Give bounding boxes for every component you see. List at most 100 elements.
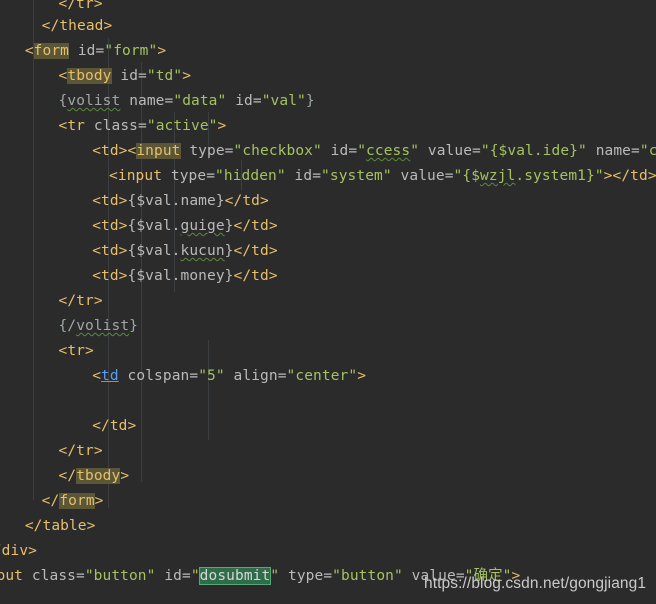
code-text-area[interactable]: </tr> </thead> <form id="form"> <tbody id="… [0,0,656,604]
code-token: {$val.money} [127,268,234,284]
code-line[interactable]: <tr class="active"> [59,114,227,139]
code-token: volist [67,93,121,109]
code-line[interactable]: <td colspan="5" align="center"> [92,364,366,389]
code-token: > [94,493,104,509]
code-token: = [444,168,454,184]
code-token: > [157,43,167,59]
code-line[interactable]: <tbody id="td"> [59,64,192,89]
code-token: value [400,168,445,184]
code-token: < [92,368,102,384]
code-token: } [305,93,315,109]
code-token: type [170,168,207,184]
code-token: } [224,218,234,234]
code-token: ccess [366,143,411,159]
code-token: "check" [639,143,656,159]
code-token: = [75,568,85,584]
code-token: <td>< [92,143,137,159]
code-token: "data" [173,93,227,109]
code-line[interactable]: {/volist} [59,314,139,339]
code-line[interactable]: <form id="form"> [25,39,166,64]
code-token: id [330,143,349,159]
code-token: = [138,118,147,134]
code-line[interactable]: </div> [0,539,37,564]
code-token: name [129,93,165,109]
code-token: {/ [58,318,77,334]
code-token: "{$val.ide}" [480,143,587,159]
code-line[interactable]: </thead> [42,14,113,39]
code-token: " [357,143,367,159]
code-token: colspan [127,368,190,384]
code-token: "button" [84,568,156,584]
code-line[interactable]: </tr> [59,439,103,464]
code-token: name [595,143,632,159]
code-token: = [224,143,234,159]
code-token: </tr> [58,0,103,12]
code-token: "val" [261,93,306,109]
code-token: </tr> [58,293,103,309]
code-token: } [129,318,139,334]
code-token: <td> [92,193,128,209]
code-token: input [117,168,163,184]
code-token: "active" [146,118,218,134]
code-token: dosubmit [199,568,271,584]
watermark-url: https://blog.csdn.net/gongjiang1 [424,575,647,592]
code-token: "center" [286,368,358,384]
code-token: <tr [58,118,86,134]
code-token: tbody [67,68,112,84]
code-line[interactable]: </form> [42,489,104,514]
code-token: {$val. [127,243,181,259]
code-token: {$val.name} [127,193,225,209]
code-line[interactable]: {volist name="data" id="val"} [59,89,315,114]
code-token: </div> [0,543,37,559]
code-line[interactable]: <input type="hidden" id="system" value="… [109,164,656,189]
code-token: " [410,143,420,159]
code-line[interactable]: <td>{$val.guige}</td> [92,214,277,239]
code-token: volist [76,318,130,334]
code-line[interactable]: <td>{$val.name}</td> [92,189,269,214]
code-token: = [252,93,262,109]
code-line[interactable]: </td> [92,414,136,439]
code-token: </tr> [58,443,103,459]
code-token: tbody [76,468,121,484]
code-token: </table> [24,518,96,534]
code-line[interactable]: </tr> [59,289,103,314]
code-token: = [631,143,640,159]
code-token: id [235,93,253,109]
code-token: } [224,243,234,259]
code-token: = [323,568,333,584]
code-line[interactable]: <tr> [59,339,94,364]
code-line[interactable]: <td>{$val.kucun}</td> [92,239,277,264]
code-token: </td> [233,218,278,234]
code-token: id [77,43,96,59]
code-token: " [270,568,280,584]
code-token: < [109,168,118,184]
code-token: <input [0,568,23,584]
code-line[interactable]: </table> [25,514,96,539]
code-token: form [33,43,69,59]
code-token: .system1}" [515,168,604,184]
code-token: = [206,168,216,184]
code-token: id [120,68,139,84]
code-line[interactable]: <td><input type="checkbox" id="ccess" va… [92,139,656,164]
code-token: "hidden" [215,168,286,184]
code-line[interactable]: <td>{$val.money}</td> [92,264,277,289]
code-token: align [233,368,278,384]
code-token: <td> [92,218,128,234]
code-token: </thead> [41,18,113,34]
code-line[interactable]: </tbody> [59,464,130,489]
code-token: = [138,68,147,84]
code-token: <tr> [58,343,94,359]
code-token: type [189,143,225,159]
code-token: </ [58,468,77,484]
